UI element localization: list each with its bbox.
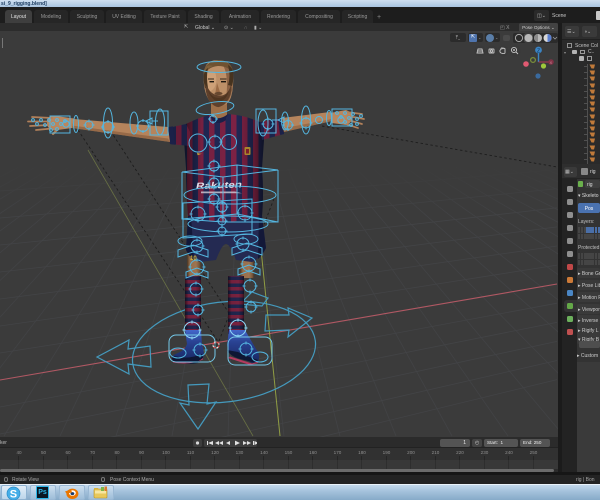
svg-text:Z: Z: [537, 49, 540, 55]
svg-text:Rakuten: Rakuten: [196, 179, 243, 191]
svg-text:X: X: [550, 60, 553, 65]
svg-text:S: S: [10, 488, 17, 500]
